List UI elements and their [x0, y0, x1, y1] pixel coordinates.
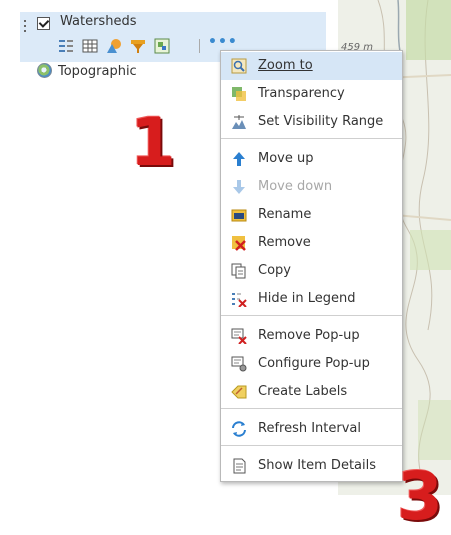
menu-item-refresh-interval[interactable]: Refresh Interval — [221, 415, 402, 443]
menu-item-move-down: Move down — [221, 173, 402, 201]
menu-item-remove-popup[interactable]: Remove Pop-up — [221, 322, 402, 350]
menu-item-label: Remove — [258, 235, 311, 250]
layer-context-menu: Zoom to Transparency Set Visibility Rang… — [220, 50, 403, 482]
more-options-button[interactable]: ••• — [208, 34, 238, 50]
menu-item-label: Transparency — [258, 86, 345, 101]
menu-item-label: Move down — [258, 179, 333, 194]
remove-icon — [232, 236, 246, 251]
menu-item-rename[interactable]: Rename — [221, 201, 402, 229]
menu-item-transparency[interactable]: Transparency — [221, 80, 402, 108]
menu-item-remove[interactable]: Remove — [221, 229, 402, 257]
menu-item-label: Zoom to — [258, 58, 313, 73]
menu-item-label: Create Labels — [258, 384, 348, 399]
menu-item-hide-in-legend[interactable]: Hide in Legend — [221, 285, 402, 313]
menu-item-zoom-to[interactable]: Zoom to — [221, 52, 402, 80]
filter-icon[interactable] — [130, 38, 146, 54]
menu-separator — [221, 445, 402, 446]
copy-icon — [231, 263, 246, 279]
visibility-range-icon — [232, 115, 246, 129]
menu-item-set-visibility-range[interactable]: Set Visibility Range — [221, 108, 402, 136]
configure-popup-icon — [231, 356, 247, 372]
menu-item-label: Refresh Interval — [258, 421, 362, 436]
item-details-icon — [233, 458, 246, 474]
layer-name[interactable]: Watersheds — [60, 14, 136, 29]
menu-item-label: Show Item Details — [258, 458, 377, 473]
menu-item-label: Rename — [258, 207, 312, 222]
menu-item-label: Configure Pop-up — [258, 356, 370, 371]
arrow-down-icon — [233, 180, 245, 194]
remove-popup-icon — [231, 328, 247, 344]
menu-item-label: Hide in Legend — [258, 291, 356, 306]
transparency-icon — [232, 87, 246, 101]
annotation-number: 3 — [397, 458, 443, 535]
layer-name-topographic[interactable]: Topographic — [58, 64, 137, 79]
drag-handle-icon[interactable] — [24, 20, 27, 34]
zoom-to-icon — [231, 58, 247, 74]
layer-visibility-checkbox[interactable] — [37, 17, 50, 30]
toolbar-divider — [199, 39, 200, 53]
menu-item-label: Move up — [258, 151, 314, 166]
create-labels-icon — [231, 385, 247, 399]
menu-item-label: Set Visibility Range — [258, 114, 384, 129]
menu-item-create-labels[interactable]: Create Labels — [221, 378, 402, 406]
change-style-icon[interactable] — [106, 38, 122, 54]
perform-analysis-icon[interactable] — [154, 38, 170, 54]
menu-item-copy[interactable]: Copy — [221, 257, 402, 285]
arrow-up-icon — [233, 152, 245, 166]
basemap-globe-icon — [37, 63, 52, 78]
refresh-icon — [232, 421, 246, 437]
menu-item-show-item-details[interactable]: Show Item Details — [221, 452, 402, 480]
menu-item-label: Copy — [258, 263, 291, 278]
annotation-number: 1 — [130, 104, 176, 181]
menu-separator — [221, 138, 402, 139]
menu-item-move-up[interactable]: Move up — [221, 145, 402, 173]
rename-icon — [231, 209, 247, 222]
show-table-icon[interactable] — [58, 38, 74, 54]
menu-item-label: Remove Pop-up — [258, 328, 360, 343]
table-icon[interactable] — [82, 38, 98, 54]
menu-item-configure-popup[interactable]: Configure Pop-up — [221, 350, 402, 378]
menu-separator — [221, 408, 402, 409]
hide-in-legend-icon — [232, 293, 247, 307]
menu-separator — [221, 315, 402, 316]
